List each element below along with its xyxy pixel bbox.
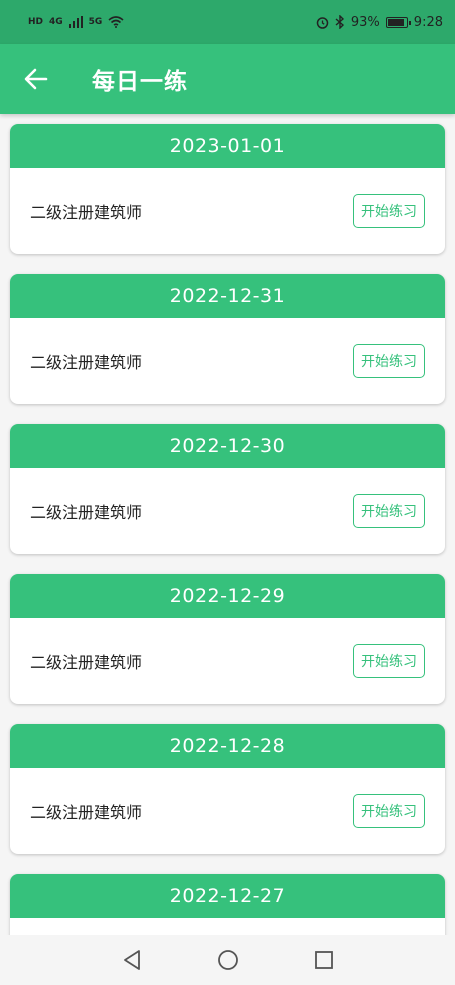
clock-time: 9:28: [413, 14, 443, 30]
card-subject: 二级注册建筑师: [30, 503, 143, 522]
nav-home-button[interactable]: [213, 945, 243, 975]
signal-4g-indicator: 4G: [49, 17, 63, 27]
card-date: 2022-12-30: [10, 424, 445, 468]
alarm-icon: [316, 16, 329, 29]
arrow-left-icon: [24, 68, 48, 90]
signal-icon: [68, 16, 83, 28]
start-practice-button[interactable]: 开始练习: [353, 344, 425, 378]
card-date: 2022-12-27: [10, 874, 445, 918]
card-subject: 二级注册建筑师: [30, 203, 143, 222]
square-recents-icon: [314, 951, 333, 969]
status-bar: HD 4G 5G 93% 9:28: [0, 0, 455, 44]
card-subject: 二级注册建筑师: [30, 653, 143, 672]
triangle-back-icon: [123, 950, 140, 970]
app-bar: 每日一练: [0, 44, 455, 114]
card-date: 2022-12-28: [10, 724, 445, 768]
status-right: 93% 9:28: [316, 15, 443, 30]
card-subject: 二级注册建筑师: [30, 353, 143, 372]
bluetooth-icon: [335, 15, 344, 29]
status-left: HD 4G 5G: [28, 16, 124, 28]
card-body: [10, 918, 445, 935]
card-body: 二级注册建筑师 开始练习: [10, 618, 445, 704]
practice-list[interactable]: 2023-01-01 二级注册建筑师 开始练习 2022-12-31 二级注册建…: [0, 114, 455, 935]
signal-5g-indicator: 5G: [88, 17, 103, 27]
practice-card: 2022-12-29 二级注册建筑师 开始练习: [10, 574, 445, 704]
nav-recents-button[interactable]: [309, 945, 339, 975]
practice-card: 2023-01-01 二级注册建筑师 开始练习: [10, 124, 445, 254]
start-practice-button[interactable]: 开始练习: [353, 794, 425, 828]
practice-card: 2022-12-28 二级注册建筑师 开始练习: [10, 724, 445, 854]
card-date: 2022-12-29: [10, 574, 445, 618]
wifi-icon: [108, 16, 124, 28]
card-body: 二级注册建筑师 开始练习: [10, 318, 445, 404]
start-practice-button[interactable]: 开始练习: [353, 194, 425, 228]
practice-card: 2022-12-27: [10, 874, 445, 935]
start-practice-button[interactable]: 开始练习: [353, 644, 425, 678]
battery-icon: [385, 16, 411, 28]
back-button[interactable]: [0, 44, 72, 114]
card-body: 二级注册建筑师 开始练习: [10, 168, 445, 254]
card-body: 二级注册建筑师 开始练习: [10, 768, 445, 854]
card-subject: 二级注册建筑师: [30, 803, 143, 822]
card-date: 2022-12-31: [10, 274, 445, 318]
battery-percent: 93%: [350, 14, 380, 30]
circle-home-icon: [217, 950, 238, 970]
start-practice-button[interactable]: 开始练习: [353, 494, 425, 528]
system-nav-bar: [0, 935, 455, 985]
practice-card: 2022-12-31 二级注册建筑师 开始练习: [10, 274, 445, 404]
card-date: 2023-01-01: [10, 124, 445, 168]
practice-card: 2022-12-30 二级注册建筑师 开始练习: [10, 424, 445, 554]
card-body: 二级注册建筑师 开始练习: [10, 468, 445, 554]
nav-back-button[interactable]: [117, 945, 147, 975]
page-title: 每日一练: [92, 69, 188, 95]
hd-indicator: HD: [28, 17, 44, 27]
